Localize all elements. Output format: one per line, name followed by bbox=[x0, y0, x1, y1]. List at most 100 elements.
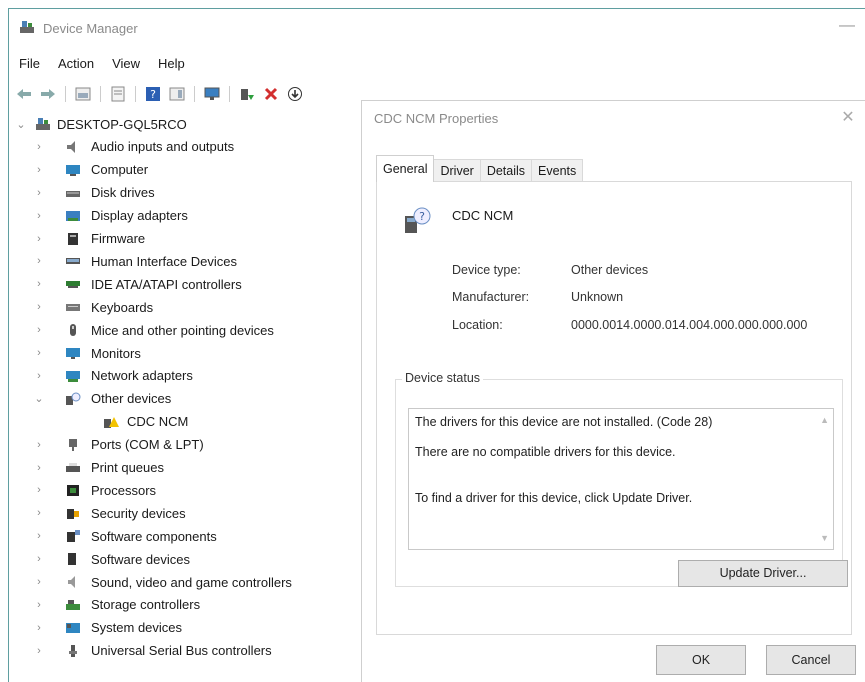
svg-text:?: ? bbox=[419, 210, 425, 223]
scroll-up-icon[interactable]: ▲ bbox=[820, 415, 829, 425]
monitor-icon[interactable] bbox=[203, 85, 221, 103]
tree-root-label: DESKTOP-GQL5RCO bbox=[57, 116, 187, 132]
tab-details[interactable]: Details bbox=[479, 159, 533, 182]
uninstall-x-icon[interactable] bbox=[262, 85, 280, 103]
close-icon[interactable]: ✕ bbox=[837, 107, 859, 129]
chevron-right-icon[interactable]: › bbox=[33, 278, 45, 290]
chevron-right-icon[interactable]: › bbox=[33, 530, 45, 542]
ide-controller-icon bbox=[66, 281, 80, 289]
toolbar-divider bbox=[100, 86, 101, 102]
display-adapter-icon bbox=[66, 210, 80, 221]
toolbar: ? bbox=[15, 83, 304, 105]
tree-item-label: Other devices bbox=[91, 391, 172, 407]
tree-item-label: Universal Serial Bus controllers bbox=[91, 643, 272, 659]
panel-icon[interactable] bbox=[168, 85, 186, 103]
tab-general[interactable]: General bbox=[376, 155, 435, 182]
sound-controller-icon bbox=[68, 576, 75, 588]
tree-item-label: Ports (COM & LPT) bbox=[91, 437, 204, 453]
chevron-right-icon[interactable]: › bbox=[33, 164, 45, 176]
back-arrow-icon[interactable] bbox=[15, 85, 33, 103]
processor-icon bbox=[67, 485, 79, 497]
status-line-3: To find a driver for this device, click … bbox=[415, 491, 693, 505]
tree-item-label: Network adapters bbox=[91, 368, 193, 384]
chevron-right-icon[interactable]: › bbox=[33, 141, 45, 153]
chevron-right-icon[interactable]: › bbox=[33, 507, 45, 519]
chevron-right-icon[interactable]: › bbox=[33, 301, 45, 313]
scroll-down-icon[interactable]: ▼ bbox=[820, 533, 829, 543]
general-tab-panel: ? CDC NCM Device type: Other devices Man… bbox=[376, 181, 852, 635]
device-status-textbox[interactable]: The drivers for this device are not inst… bbox=[408, 408, 834, 550]
menu-action[interactable]: Action bbox=[48, 53, 102, 75]
tree-item-label: Firmware bbox=[91, 231, 146, 246]
device-manager-icon bbox=[20, 21, 34, 33]
tree-item-label: Storage controllers bbox=[91, 597, 201, 613]
tree-item-label: Processors bbox=[91, 482, 157, 498]
software-device-icon bbox=[68, 553, 76, 566]
computer-root-icon bbox=[36, 118, 50, 130]
unknown-device-icon: ? bbox=[405, 207, 431, 233]
chevron-right-icon[interactable]: › bbox=[33, 462, 45, 474]
ok-button[interactable]: OK bbox=[656, 645, 746, 675]
computer-icon bbox=[66, 164, 80, 176]
device-type-label: Device type: bbox=[452, 263, 521, 277]
warning-device-icon bbox=[104, 416, 119, 428]
menu-help[interactable]: Help bbox=[148, 53, 193, 75]
menu-view[interactable]: View bbox=[102, 53, 148, 75]
help-icon[interactable]: ? bbox=[144, 85, 162, 103]
chevron-right-icon[interactable]: › bbox=[33, 370, 45, 382]
tree-item-label: Mice and other pointing devices bbox=[91, 322, 274, 338]
chevron-right-icon[interactable]: › bbox=[33, 347, 45, 359]
firmware-icon bbox=[68, 232, 78, 245]
dialog-tabs: General Driver Details Events bbox=[376, 155, 584, 182]
cancel-button[interactable]: Cancel bbox=[766, 645, 856, 675]
chevron-right-icon[interactable]: › bbox=[33, 553, 45, 565]
printer-icon bbox=[66, 462, 80, 472]
forward-arrow-icon[interactable] bbox=[39, 85, 57, 103]
menu-file[interactable]: File bbox=[9, 53, 48, 75]
update-driver-button[interactable]: Update Driver... bbox=[678, 560, 848, 587]
system-device-icon bbox=[66, 622, 80, 633]
unknown-device-icon bbox=[66, 392, 81, 405]
tab-events[interactable]: Events bbox=[531, 159, 584, 182]
update-driver-icon[interactable] bbox=[286, 85, 304, 103]
device-status-legend: Device status bbox=[402, 371, 484, 385]
tree-item-label: Monitors bbox=[91, 345, 141, 361]
chevron-right-icon[interactable]: › bbox=[33, 187, 45, 199]
chevron-right-icon[interactable]: › bbox=[33, 599, 45, 611]
chevron-right-icon[interactable]: › bbox=[33, 233, 45, 245]
tree-item-label: Software components bbox=[91, 528, 217, 544]
tree-item-label: Software devices bbox=[91, 551, 190, 567]
tree-item-label: Human Interface Devices bbox=[91, 253, 237, 269]
tree-item-label: Display adapters bbox=[91, 208, 188, 224]
tree-child-label: CDC NCM bbox=[127, 414, 189, 430]
disk-drive-icon bbox=[66, 190, 80, 197]
tab-driver[interactable]: Driver bbox=[433, 159, 481, 182]
status-line-1: The drivers for this device are not inst… bbox=[415, 415, 713, 429]
minimize-button[interactable]: — bbox=[835, 15, 859, 39]
device-type-value: Other devices bbox=[571, 263, 649, 277]
chevron-down-icon[interactable]: ⌄ bbox=[15, 118, 27, 131]
document-icon[interactable] bbox=[109, 85, 127, 103]
manufacturer-label: Manufacturer: bbox=[452, 290, 530, 304]
network-adapter-icon bbox=[66, 370, 80, 382]
chevron-right-icon[interactable]: › bbox=[33, 622, 45, 634]
chevron-right-icon[interactable]: › bbox=[33, 255, 45, 267]
menu-bar: File Action View Help bbox=[9, 53, 193, 75]
software-component-icon bbox=[67, 530, 80, 543]
chevron-right-icon[interactable]: › bbox=[33, 324, 45, 336]
chevron-right-icon[interactable]: › bbox=[33, 645, 45, 657]
usb-icon bbox=[69, 644, 77, 657]
chevron-right-icon[interactable]: › bbox=[33, 484, 45, 496]
tree-item-label: Print queues bbox=[91, 460, 164, 475]
chevron-right-icon[interactable]: › bbox=[33, 210, 45, 222]
enable-device-icon[interactable] bbox=[238, 85, 256, 103]
tree-item-label: Keyboards bbox=[91, 299, 154, 315]
tree-item-label: Computer bbox=[91, 162, 149, 178]
tree-item-label: Sound, video and game controllers bbox=[91, 574, 292, 590]
properties-grid-icon[interactable] bbox=[74, 85, 92, 103]
chevron-right-icon[interactable]: › bbox=[33, 576, 45, 588]
toolbar-divider bbox=[65, 86, 66, 102]
security-device-icon bbox=[67, 509, 79, 520]
chevron-down-icon[interactable]: ⌄ bbox=[33, 392, 45, 405]
chevron-right-icon[interactable]: › bbox=[33, 439, 45, 451]
